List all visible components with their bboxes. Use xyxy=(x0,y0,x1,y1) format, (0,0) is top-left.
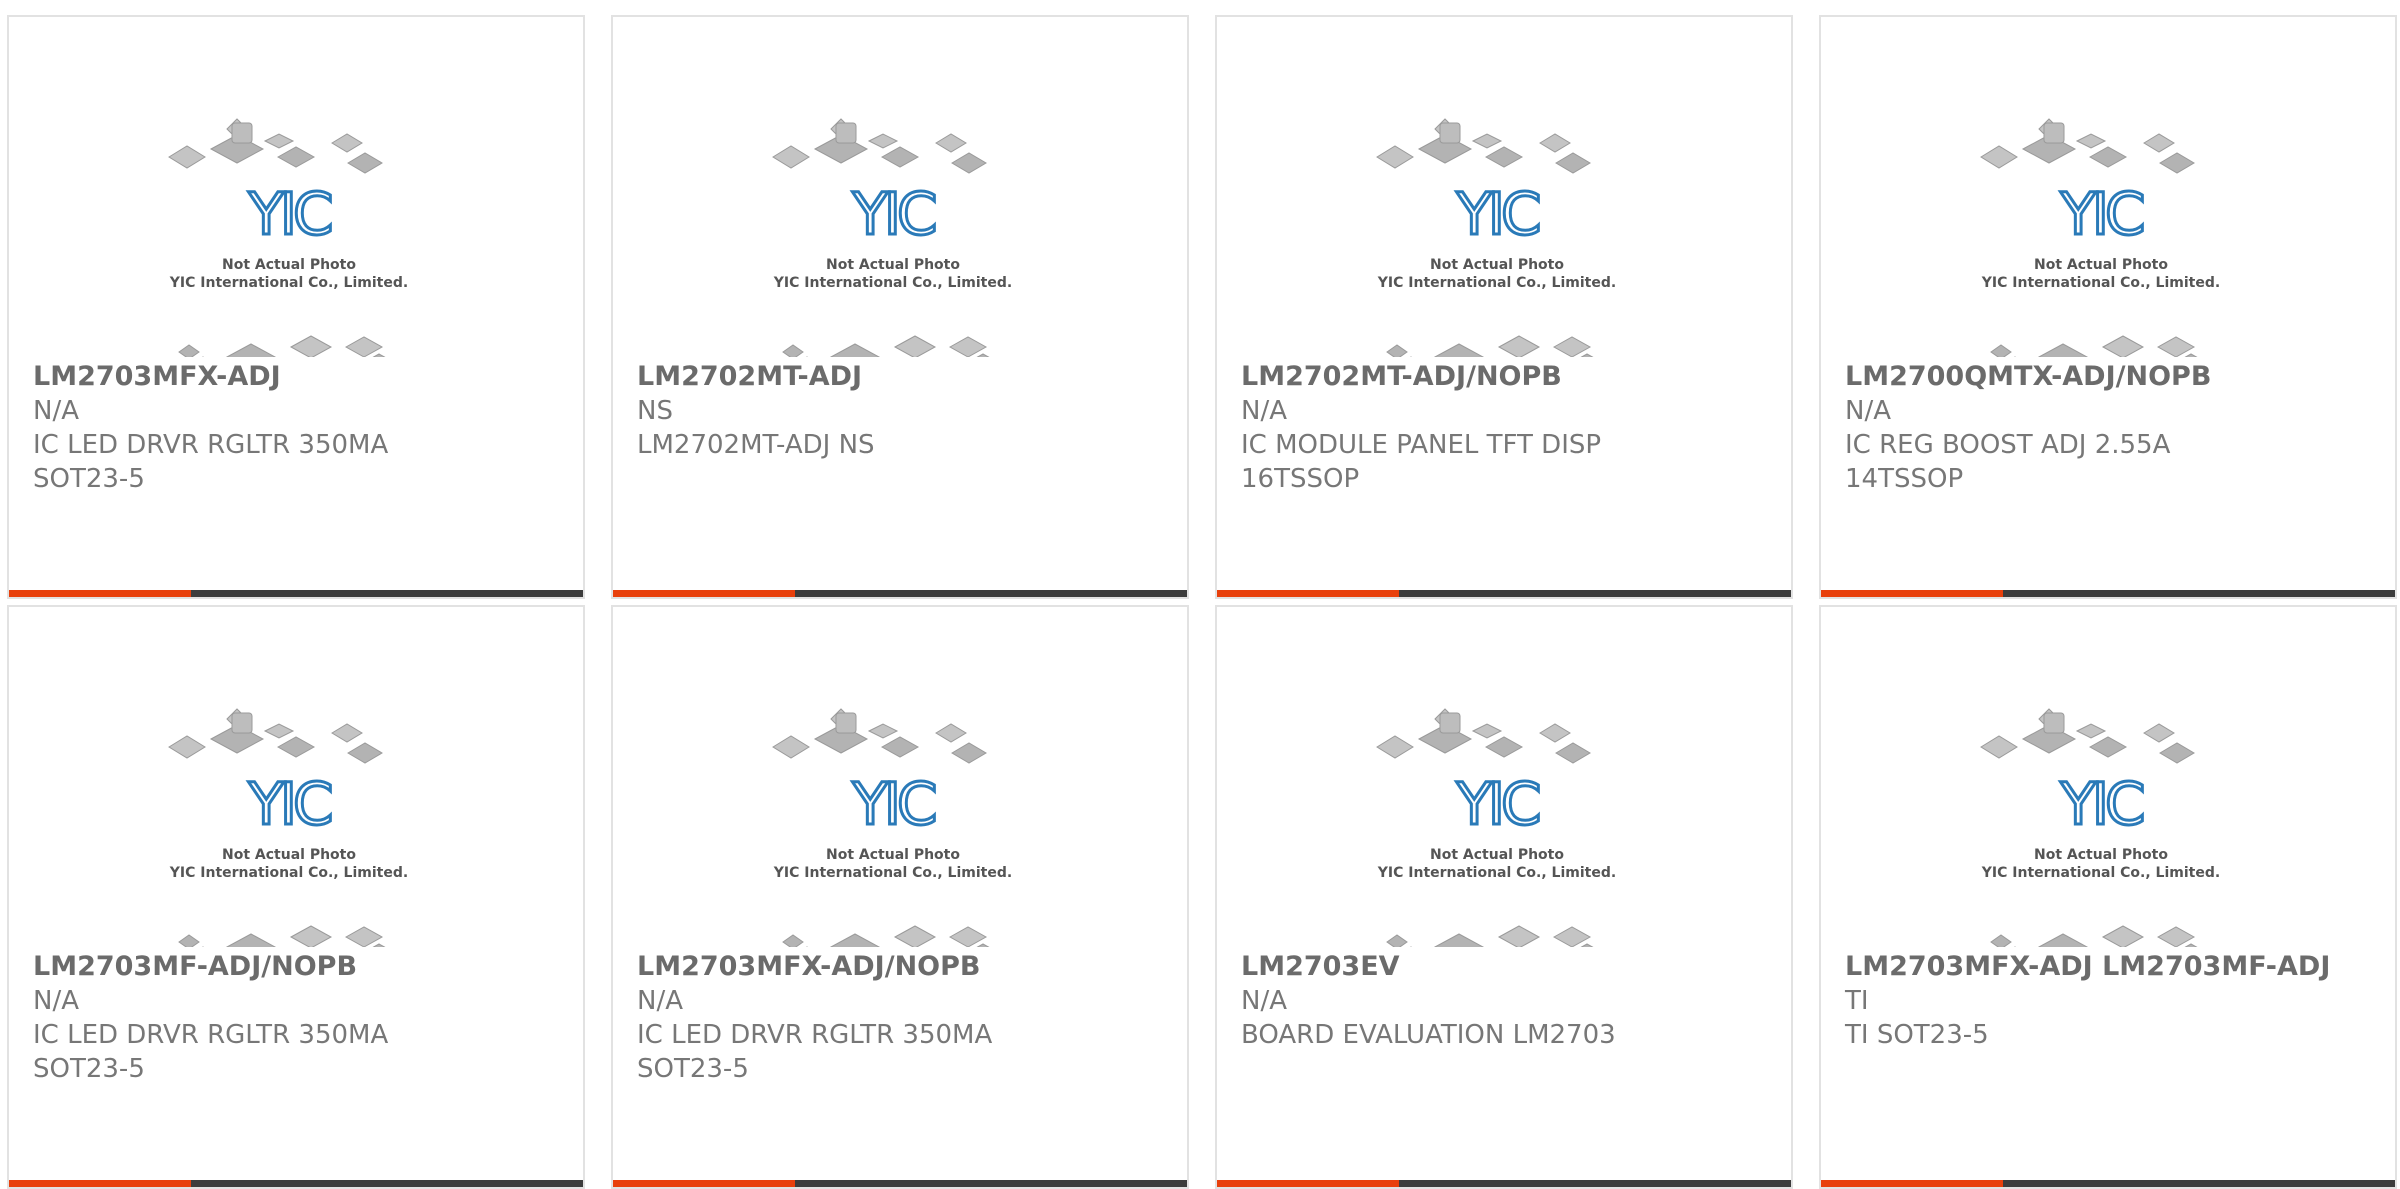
placeholder-caption-line2: YIC International Co., Limited. xyxy=(169,275,408,291)
product-info: LM2703MFX-ADJ LM2703MF-ADJ TI TI SOT23-5 xyxy=(1845,950,2379,1052)
placeholder-caption-line1: Not Actual Photo xyxy=(222,847,356,863)
product-card[interactable]: YIC Not Actual Photo YIC International Co.… xyxy=(611,15,1189,599)
placeholder-caption-line1: Not Actual Photo xyxy=(2034,257,2168,273)
yic-logo-text: YIC xyxy=(247,180,331,248)
manufacturer: N/A xyxy=(33,986,79,1016)
card-bottom-bar xyxy=(9,1180,583,1187)
placeholder-caption-line2: YIC International Co., Limited. xyxy=(169,865,408,881)
product-info: LM2703MF-ADJ/NOPB N/A IC LED DRVR RGLTR … xyxy=(33,950,567,1086)
product-grid: YIC Not Actual Photo YIC International Co.… xyxy=(0,0,2400,1189)
product-info: LM2700QMTX-ADJ/NOPB N/A IC REG BOOST ADJ… xyxy=(1845,360,2379,496)
yic-logo-text: YIC xyxy=(1455,770,1539,838)
product-card[interactable]: YIC Not Actual Photo YIC International Co.… xyxy=(1215,15,1793,599)
ic-placeholder-icon: YIC Not Actual Photo YIC International Co.… xyxy=(168,118,408,357)
manufacturer: NS xyxy=(637,396,673,426)
placeholder-image[interactable]: YIC Not Actual Photo YIC International Co.… xyxy=(763,107,1043,357)
yic-logo-text: YIC xyxy=(2059,770,2143,838)
card-accent-bar xyxy=(1217,590,1399,597)
part-number-link[interactable]: LM2703MFX-ADJ xyxy=(33,360,567,394)
product-card[interactable]: YIC Not Actual Photo YIC International Co.… xyxy=(1819,15,2397,599)
product-card[interactable]: YIC Not Actual Photo YIC International Co.… xyxy=(7,15,585,599)
product-card[interactable]: YIC Not Actual Photo YIC International Co.… xyxy=(1215,605,1793,1189)
yic-logo-text: YIC xyxy=(2059,180,2143,248)
ic-placeholder-icon: YIC Not Actual Photo YIC International Co.… xyxy=(1980,118,2220,357)
description: IC LED DRVR RGLTR 350MA SOT23-5 xyxy=(637,1020,993,1084)
product-info: LM2703MFX-ADJ/NOPB N/A IC LED DRVR RGLTR… xyxy=(637,950,1171,1086)
card-accent-bar xyxy=(9,1180,191,1187)
product-info: LM2702MT-ADJ/NOPB N/A IC MODULE PANEL TF… xyxy=(1241,360,1775,496)
part-number-link[interactable]: LM2702MT-ADJ/NOPB xyxy=(1241,360,1775,394)
part-number-link[interactable]: LM2703MF-ADJ/NOPB xyxy=(33,950,567,984)
manufacturer: N/A xyxy=(33,396,79,426)
card-bottom-bar xyxy=(1217,1180,1791,1187)
description: BOARD EVALUATION LM2703 xyxy=(1241,1020,1616,1050)
description: IC LED DRVR RGLTR 350MA SOT23-5 xyxy=(33,1020,389,1084)
product-card[interactable]: YIC Not Actual Photo YIC International Co.… xyxy=(611,605,1189,1189)
placeholder-image[interactable]: YIC Not Actual Photo YIC International Co.… xyxy=(1971,697,2251,947)
placeholder-image[interactable]: YIC Not Actual Photo YIC International Co.… xyxy=(159,107,439,357)
card-bottom-bar xyxy=(1821,1180,2395,1187)
placeholder-caption-line1: Not Actual Photo xyxy=(826,847,960,863)
card-bottom-bar xyxy=(9,590,583,597)
ic-placeholder-icon: YIC Not Actual Photo YIC International Co.… xyxy=(772,708,1012,947)
part-number-link[interactable]: LM2702MT-ADJ xyxy=(637,360,1171,394)
manufacturer: N/A xyxy=(637,986,683,1016)
card-accent-bar xyxy=(613,590,795,597)
ic-placeholder-icon: YIC Not Actual Photo YIC International Co.… xyxy=(1376,118,1616,357)
manufacturer: TI xyxy=(1845,986,1869,1016)
product-info: LM2702MT-ADJ NS LM2702MT-ADJ NS xyxy=(637,360,1171,462)
placeholder-image[interactable]: YIC Not Actual Photo YIC International Co.… xyxy=(763,697,1043,947)
placeholder-caption-line2: YIC International Co., Limited. xyxy=(773,275,1012,291)
part-number-link[interactable]: LM2703MFX-ADJ LM2703MF-ADJ xyxy=(1845,950,2379,984)
card-bottom-bar xyxy=(1821,590,2395,597)
placeholder-caption-line1: Not Actual Photo xyxy=(222,257,356,273)
description: LM2702MT-ADJ NS xyxy=(637,430,875,460)
placeholder-caption-line2: YIC International Co., Limited. xyxy=(1981,275,2220,291)
card-bottom-bar xyxy=(613,1180,1187,1187)
manufacturer: N/A xyxy=(1845,396,1891,426)
ic-placeholder-icon: YIC Not Actual Photo YIC International Co.… xyxy=(772,118,1012,357)
placeholder-caption-line1: Not Actual Photo xyxy=(826,257,960,273)
description: TI SOT23-5 xyxy=(1845,1020,1989,1050)
manufacturer: N/A xyxy=(1241,396,1287,426)
card-bottom-bar xyxy=(1217,590,1791,597)
manufacturer: N/A xyxy=(1241,986,1287,1016)
card-accent-bar xyxy=(613,1180,795,1187)
placeholder-caption-line2: YIC International Co., Limited. xyxy=(1377,275,1616,291)
part-number-link[interactable]: LM2703EV xyxy=(1241,950,1775,984)
placeholder-caption-line2: YIC International Co., Limited. xyxy=(773,865,1012,881)
ic-placeholder-icon: YIC Not Actual Photo YIC International Co.… xyxy=(168,708,408,947)
placeholder-image[interactable]: YIC Not Actual Photo YIC International Co.… xyxy=(1367,107,1647,357)
placeholder-image[interactable]: YIC Not Actual Photo YIC International Co.… xyxy=(1367,697,1647,947)
product-info: LM2703EV N/A BOARD EVALUATION LM2703 xyxy=(1241,950,1775,1052)
yic-logo-text: YIC xyxy=(247,770,331,838)
card-bottom-bar xyxy=(613,590,1187,597)
ic-placeholder-icon: YIC Not Actual Photo YIC International Co.… xyxy=(1980,708,2220,947)
ic-placeholder-icon: YIC Not Actual Photo YIC International Co.… xyxy=(1376,708,1616,947)
yic-logo-text: YIC xyxy=(1455,180,1539,248)
placeholder-caption-line2: YIC International Co., Limited. xyxy=(1981,865,2220,881)
part-number-link[interactable]: LM2700QMTX-ADJ/NOPB xyxy=(1845,360,2379,394)
yic-logo-text: YIC xyxy=(851,180,935,248)
card-accent-bar xyxy=(1821,590,2003,597)
product-card[interactable]: YIC Not Actual Photo YIC International Co.… xyxy=(1819,605,2397,1189)
card-accent-bar xyxy=(9,590,191,597)
part-number-link[interactable]: LM2703MFX-ADJ/NOPB xyxy=(637,950,1171,984)
placeholder-caption-line1: Not Actual Photo xyxy=(2034,847,2168,863)
card-accent-bar xyxy=(1821,1180,2003,1187)
placeholder-image[interactable]: YIC Not Actual Photo YIC International Co.… xyxy=(1971,107,2251,357)
placeholder-image[interactable]: YIC Not Actual Photo YIC International Co.… xyxy=(159,697,439,947)
yic-logo-text: YIC xyxy=(851,770,935,838)
placeholder-caption-line2: YIC International Co., Limited. xyxy=(1377,865,1616,881)
card-accent-bar xyxy=(1217,1180,1399,1187)
product-info: LM2703MFX-ADJ N/A IC LED DRVR RGLTR 350M… xyxy=(33,360,567,496)
description: IC LED DRVR RGLTR 350MA SOT23-5 xyxy=(33,430,389,494)
description: IC MODULE PANEL TFT DISP 16TSSOP xyxy=(1241,430,1602,494)
placeholder-caption-line1: Not Actual Photo xyxy=(1430,847,1564,863)
placeholder-caption-line1: Not Actual Photo xyxy=(1430,257,1564,273)
product-card[interactable]: YIC Not Actual Photo YIC International Co.… xyxy=(7,605,585,1189)
description: IC REG BOOST ADJ 2.55A 14TSSOP xyxy=(1845,430,2171,494)
